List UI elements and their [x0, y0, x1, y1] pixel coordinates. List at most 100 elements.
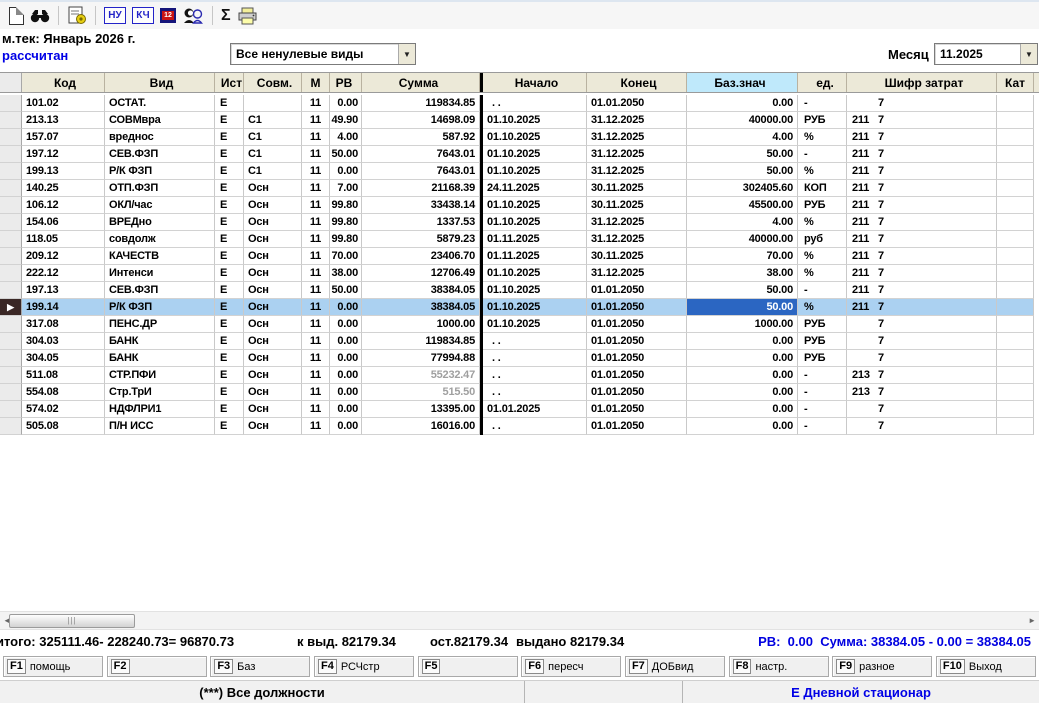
cell-sovm[interactable]: Осн	[244, 401, 302, 418]
sum-icon[interactable]: Σ	[221, 5, 231, 27]
cell-vid[interactable]: БАНК	[105, 333, 215, 350]
cell-konec[interactable]: 31.12.2025	[587, 265, 687, 282]
header-col-konec[interactable]: Конец	[587, 73, 687, 92]
table-row[interactable]: 106.12ОКЛ/часЕОсн1199.8033438.1401.10.20…	[0, 197, 1039, 214]
horizontal-scrollbar[interactable]: ◄ ||| ►	[0, 611, 1039, 630]
cell-rv[interactable]: 0.00	[330, 418, 362, 435]
cell-ist[interactable]: Е	[215, 384, 244, 401]
cell-vid[interactable]: ПЕНС.ДР	[105, 316, 215, 333]
cell-code[interactable]: 511.08	[22, 367, 105, 384]
cell-nachalo[interactable]: 01.01.2025	[483, 401, 587, 418]
cell-ed[interactable]: %	[798, 129, 847, 146]
cell-konec[interactable]: 31.12.2025	[587, 146, 687, 163]
cell-m[interactable]: 11	[302, 333, 330, 350]
cell-vid[interactable]: КАЧЕСТВ	[105, 248, 215, 265]
table-row[interactable]: 197.13СЕВ.ФЗПЕОсн1150.0038384.0501.10.20…	[0, 282, 1039, 299]
cell-rv[interactable]: 0.00	[330, 316, 362, 333]
cell-code[interactable]: 157.07	[22, 129, 105, 146]
cell-bazznach[interactable]: 50.00	[687, 299, 798, 316]
cell-vid[interactable]: ОКЛ/час	[105, 197, 215, 214]
cell-vid[interactable]: вреднос	[105, 129, 215, 146]
cell-code[interactable]: 554.08	[22, 384, 105, 401]
cell-bazznach[interactable]: 1000.00	[687, 316, 798, 333]
cell-konec[interactable]: 01.01.2050	[587, 95, 687, 112]
cell-shifr[interactable]: 7	[847, 350, 997, 367]
table-row[interactable]: 140.25ОТП.ФЗПЕОсн117.0021168.3924.11.202…	[0, 180, 1039, 197]
cell-shifr[interactable]: 2117	[847, 146, 997, 163]
cell-m[interactable]: 11	[302, 95, 330, 112]
cell-m[interactable]: 11	[302, 197, 330, 214]
cell-nachalo[interactable]: 01.11.2025	[483, 248, 587, 265]
cell-ist[interactable]: Е	[215, 180, 244, 197]
cell-rv[interactable]: 4.00	[330, 129, 362, 146]
cell-sovm[interactable]: Осн	[244, 418, 302, 435]
cell-shifr[interactable]: 2117	[847, 129, 997, 146]
table-row[interactable]: 222.12ИнтенсиЕОсн1138.0012706.4901.10.20…	[0, 265, 1039, 282]
cell-code[interactable]: 304.05	[22, 350, 105, 367]
cell-rv[interactable]: 0.00	[330, 333, 362, 350]
scroll-right-arrow-icon[interactable]: ►	[1028, 616, 1036, 625]
cell-ed[interactable]: КОП	[798, 180, 847, 197]
f4-button[interactable]: F4РСЧстр	[314, 656, 414, 677]
cell-bazznach[interactable]: 40000.00	[687, 231, 798, 248]
cell-rv[interactable]: 50.00	[330, 282, 362, 299]
header-col-vid[interactable]: Вид	[105, 73, 215, 92]
cell-code[interactable]: 197.13	[22, 282, 105, 299]
cell-sovm[interactable]: Осн	[244, 384, 302, 401]
cell-ist[interactable]: Е	[215, 248, 244, 265]
cell-sovm[interactable]: С1	[244, 129, 302, 146]
cell-bazznach[interactable]: 0.00	[687, 95, 798, 112]
cell-summa[interactable]: 14698.09	[362, 112, 480, 129]
cell-code[interactable]: 197.12	[22, 146, 105, 163]
cell-shifr[interactable]: 2117	[847, 231, 997, 248]
cell-konec[interactable]: 01.01.2050	[587, 418, 687, 435]
cell-sovm[interactable]: Осн	[244, 197, 302, 214]
cell-summa[interactable]: 7643.01	[362, 146, 480, 163]
cell-konec[interactable]: 31.12.2025	[587, 163, 687, 180]
cell-konec[interactable]: 01.01.2050	[587, 333, 687, 350]
cell-sovm[interactable]: Осн	[244, 180, 302, 197]
table-row[interactable]: 118.05совдолжЕОсн1199.805879.2301.11.202…	[0, 231, 1039, 248]
table-row[interactable]: 304.05БАНКЕОсн110.0077994.88. .01.01.205…	[0, 350, 1039, 367]
cell-ed[interactable]: -	[798, 282, 847, 299]
kch-toolbar-button[interactable]: КЧ	[132, 5, 154, 27]
cell-ed[interactable]: -	[798, 401, 847, 418]
cell-rv[interactable]: 0.00	[330, 401, 362, 418]
cell-vid[interactable]: СТР.ПФИ	[105, 367, 215, 384]
cell-shifr[interactable]: 2117	[847, 299, 997, 316]
cell-code[interactable]: 199.14	[22, 299, 105, 316]
cell-m[interactable]: 11	[302, 180, 330, 197]
cell-rv[interactable]: 49.90	[330, 112, 362, 129]
cell-code[interactable]: 101.02	[22, 95, 105, 112]
cell-bazznach[interactable]: 50.00	[687, 146, 798, 163]
cell-summa[interactable]: 1000.00	[362, 316, 480, 333]
cell-sovm[interactable]: Осн	[244, 367, 302, 384]
cell-shifr[interactable]: 7	[847, 316, 997, 333]
cell-ist[interactable]: Е	[215, 367, 244, 384]
row-selector[interactable]	[0, 418, 22, 435]
cell-bazznach[interactable]: 38.00	[687, 265, 798, 282]
cell-nachalo[interactable]: 24.11.2025	[483, 180, 587, 197]
header-col-kat[interactable]: Кат	[997, 73, 1034, 92]
row-selector[interactable]	[0, 316, 22, 333]
cell-shifr[interactable]: 2117	[847, 214, 997, 231]
cell-ist[interactable]: Е	[215, 95, 244, 112]
cell-nachalo[interactable]: 01.10.2025	[483, 197, 587, 214]
cell-sovm[interactable]: Осн	[244, 214, 302, 231]
cell-vid[interactable]: ВРЕДно	[105, 214, 215, 231]
cell-konec[interactable]: 01.01.2050	[587, 384, 687, 401]
cell-ed[interactable]: РУБ	[798, 350, 847, 367]
cell-vid[interactable]: Р/К ФЗП	[105, 163, 215, 180]
cell-m[interactable]: 11	[302, 316, 330, 333]
cell-kat[interactable]	[997, 163, 1034, 180]
table-row[interactable]: 213.13СОВМвраЕС11149.9014698.0901.10.202…	[0, 112, 1039, 129]
cell-kat[interactable]	[997, 146, 1034, 163]
cell-kat[interactable]	[997, 418, 1034, 435]
cell-bazznach[interactable]: 0.00	[687, 367, 798, 384]
f9-button[interactable]: F9разное	[832, 656, 932, 677]
cell-nachalo[interactable]: 01.10.2025	[483, 316, 587, 333]
cell-shifr[interactable]: 2117	[847, 248, 997, 265]
cell-konec[interactable]: 30.11.2025	[587, 248, 687, 265]
cell-summa[interactable]: 587.92	[362, 129, 480, 146]
cell-bazznach[interactable]: 0.00	[687, 418, 798, 435]
